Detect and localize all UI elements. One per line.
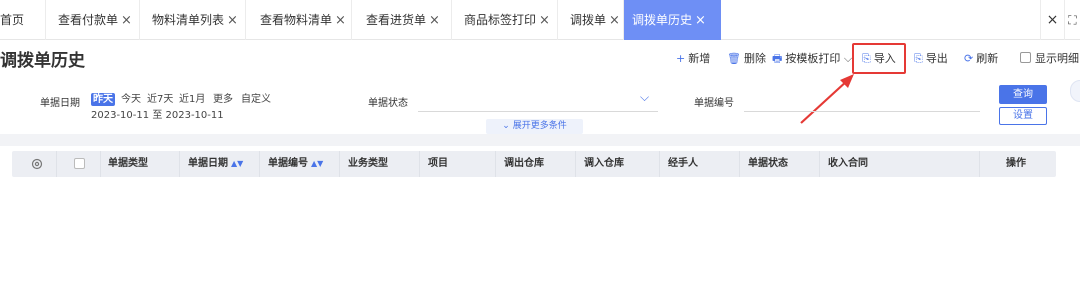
show-detail-label: 显示明细 — [1035, 52, 1079, 65]
sort-icon[interactable]: ▲▼ — [231, 159, 243, 168]
column-doc-status[interactable]: 单据状态 — [740, 151, 820, 177]
export-button[interactable]: ⎘ 导出 — [914, 50, 948, 68]
status-filter-label: 单据状态 — [368, 98, 408, 109]
column-doc-date[interactable]: 单据日期 ▲▼ — [180, 151, 260, 177]
gear-icon[interactable] — [30, 157, 44, 171]
tab-transfer-history[interactable]: 调拨单历史 × — [624, 0, 721, 40]
trash-icon: 🗑 — [727, 52, 741, 65]
date-quick-1month[interactable]: 近1月 — [177, 93, 207, 106]
column-label: 操作 — [1006, 158, 1026, 169]
column-business-type[interactable]: 业务类型 — [340, 151, 420, 177]
refresh-button[interactable]: ⟳ 刷新 — [964, 50, 998, 68]
column-label: 单据状态 — [748, 158, 788, 169]
date-quick-yesterday[interactable]: 昨天 — [91, 93, 115, 106]
page-title: 调拨单历史 — [0, 51, 85, 71]
tab-label: 商品标签打印 — [464, 13, 537, 27]
tab-view-bom[interactable]: 查看物料清单 × — [246, 0, 352, 40]
column-label: 业务类型 — [348, 158, 388, 169]
date-quick-custom[interactable]: 自定义 — [239, 93, 273, 106]
tab-label: 查看进货单 — [366, 13, 427, 27]
tab-label-print[interactable]: 商品标签打印 × — [452, 0, 558, 40]
date-separator: 至 — [152, 110, 163, 121]
delete-button[interactable]: 🗑 删除 — [727, 50, 766, 68]
query-button[interactable]: 查询 — [999, 85, 1047, 104]
column-label: 单据编号 — [268, 158, 308, 169]
column-label: 收入合同 — [828, 158, 868, 169]
date-range-value[interactable]: 2023-10-11 至 2023-10-11 — [91, 106, 224, 121]
tab-label: 物料清单列表 — [152, 13, 225, 27]
export-icon: ⎘ — [914, 52, 923, 65]
tab-bom-list[interactable]: 物料清单列表 × — [140, 0, 246, 40]
settings-button[interactable]: 设置 — [999, 107, 1047, 125]
side-panel-handle[interactable] — [1070, 80, 1080, 102]
close-icon[interactable]: × — [609, 13, 620, 28]
export-label: 导出 — [925, 52, 948, 65]
table-header: 单据类型 单据日期 ▲▼ 单据编号 ▲▼ 业务类型 项目 调出仓库 调入仓库 经手人… — [12, 151, 1056, 177]
delete-label: 删除 — [743, 52, 766, 65]
column-out-warehouse[interactable]: 调出仓库 — [496, 151, 576, 177]
column-label: 单据日期 — [188, 158, 228, 169]
chevron-down-icon: ⌵ — [843, 52, 853, 65]
section-divider — [0, 134, 1080, 146]
annotation-arrow-icon — [800, 74, 854, 124]
close-icon[interactable]: × — [539, 13, 550, 28]
date-filter-label: 单据日期 — [40, 98, 80, 109]
column-divider — [56, 151, 57, 177]
printer-icon: 🖶 — [772, 52, 783, 65]
date-to: 2023-10-11 — [165, 110, 224, 121]
tab-home[interactable]: 首页 — [0, 0, 46, 40]
sort-icon[interactable]: ▲▼ — [311, 159, 323, 168]
close-icon[interactable]: × — [227, 13, 238, 28]
column-actions[interactable]: 操作 — [980, 151, 1056, 177]
add-button[interactable]: + 新增 — [676, 50, 710, 68]
column-income-contract[interactable]: 收入合同 — [820, 151, 980, 177]
close-icon[interactable]: × — [429, 13, 440, 28]
tab-view-payment[interactable]: 查看付款单 × — [46, 0, 140, 40]
show-detail-checkbox[interactable] — [1020, 52, 1031, 63]
column-label: 项目 — [428, 158, 448, 169]
fullscreen-icon[interactable]: ⛶ — [1064, 0, 1080, 40]
tab-label: 查看物料清单 — [260, 13, 333, 27]
date-from: 2023-10-11 — [91, 110, 150, 121]
tab-bar: 首页 查看付款单 × 物料清单列表 × 查看物料清单 × 查看进货单 × 商品标签打印 ×… — [0, 0, 1080, 40]
column-doc-type[interactable]: 单据类型 — [100, 151, 180, 177]
number-filter-label: 单据编号 — [694, 98, 734, 109]
close-all-tabs-icon[interactable]: × — [1040, 0, 1064, 40]
column-label: 经手人 — [668, 158, 698, 169]
close-icon[interactable]: × — [121, 13, 132, 28]
tab-view-purchase[interactable]: 查看进货单 × — [352, 0, 452, 40]
expand-more-conditions[interactable]: ⌄ 展开更多条件 — [486, 119, 583, 134]
print-template-button[interactable]: 🖶 按模板打印 ⌵ — [772, 50, 852, 68]
tab-label: 首页 — [0, 13, 25, 27]
tab-transfer[interactable]: 调拨单 × — [558, 0, 624, 40]
refresh-label: 刷新 — [976, 52, 999, 65]
add-label: 新增 — [688, 52, 711, 65]
print-label: 按模板打印 — [785, 52, 841, 65]
show-detail-toggle[interactable]: 显示明细 — [1020, 50, 1079, 68]
column-label: 调入仓库 — [584, 158, 624, 169]
status-select[interactable] — [418, 111, 658, 112]
number-input[interactable] — [744, 111, 980, 112]
date-quick-7days[interactable]: 近7天 — [145, 93, 175, 106]
close-icon[interactable]: × — [335, 13, 346, 28]
close-icon[interactable]: × — [695, 13, 706, 28]
date-quick-more[interactable]: 更多 — [211, 93, 235, 106]
plus-icon: + — [676, 52, 686, 65]
select-all-checkbox[interactable] — [74, 158, 85, 169]
tab-label: 查看付款单 — [58, 13, 119, 27]
column-project[interactable]: 项目 — [420, 151, 496, 177]
tab-label: 调拨单 — [570, 13, 607, 27]
date-quick-today[interactable]: 今天 — [119, 93, 143, 106]
refresh-icon: ⟳ — [964, 52, 974, 65]
column-label: 调出仓库 — [504, 158, 544, 169]
chevron-down-icon[interactable]: ⌵ — [640, 90, 649, 105]
column-handler[interactable]: 经手人 — [660, 151, 740, 177]
tab-label: 调拨单历史 — [632, 13, 693, 27]
column-doc-number[interactable]: 单据编号 ▲▼ — [260, 151, 340, 177]
column-in-warehouse[interactable]: 调入仓库 — [576, 151, 660, 177]
column-label: 单据类型 — [108, 158, 148, 169]
